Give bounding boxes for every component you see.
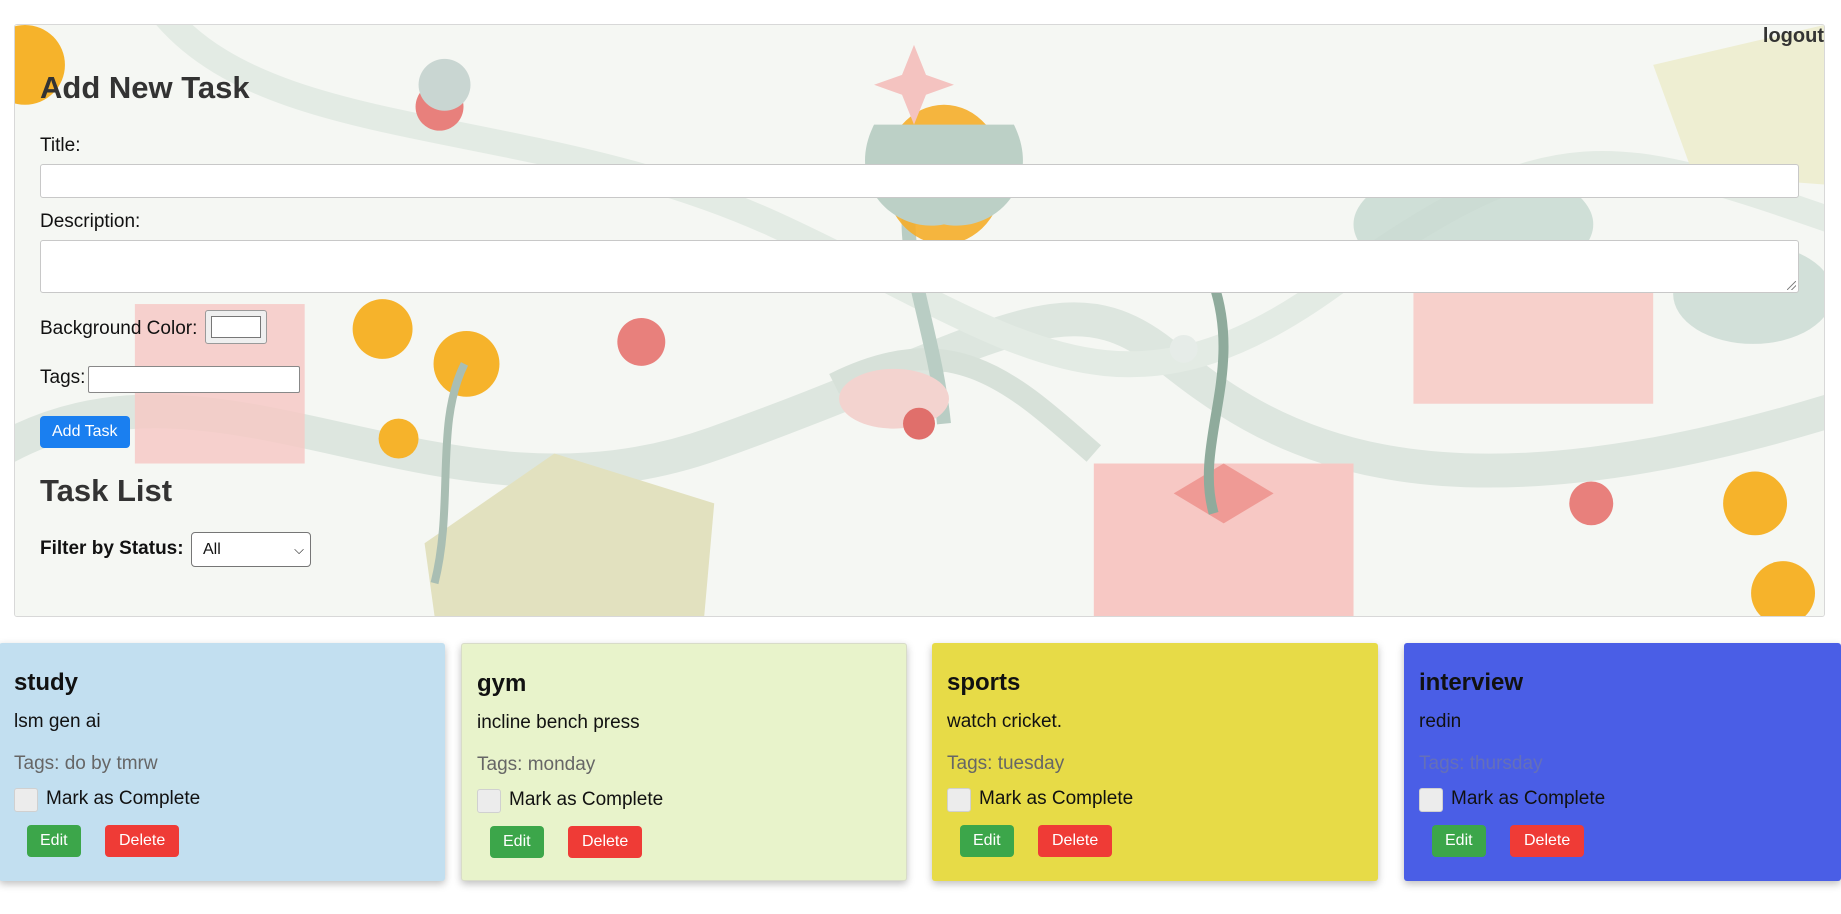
status-filter-value: All (203, 541, 221, 558)
task-card-sports: sports watch cricket. Tags: tuesday Mark… (932, 643, 1378, 881)
complete-label: Mark as Complete (1451, 788, 1606, 809)
task-description: watch cricket. (947, 711, 1063, 732)
delete-button[interactable]: Delete (105, 825, 180, 857)
task-title: sports (947, 669, 1021, 696)
description-label: Description: (40, 211, 141, 232)
chevron-down-icon: ⌵ (294, 542, 304, 557)
description-textarea[interactable] (40, 240, 1799, 293)
background-color-label: Background Color: (40, 318, 198, 339)
form-heading: Add New Task (40, 70, 250, 105)
add-task-button[interactable]: Add Task (40, 416, 130, 448)
task-description: lsm gen ai (14, 711, 101, 732)
background-illustration (15, 25, 1824, 616)
complete-label: Mark as Complete (509, 789, 664, 810)
complete-checkbox[interactable] (947, 788, 971, 812)
task-card-interview: interview redin Tags: thursday Mark as C… (1404, 643, 1841, 881)
complete-checkbox[interactable] (14, 788, 38, 812)
delete-button[interactable]: Delete (1038, 825, 1113, 857)
title-label: Title: (40, 135, 81, 156)
status-filter-select[interactable]: All ⌵ (191, 532, 311, 567)
edit-button[interactable]: Edit (960, 825, 1014, 857)
delete-button[interactable]: Delete (568, 826, 643, 858)
delete-button[interactable]: Delete (1510, 825, 1585, 857)
task-tags: Tags: thursday (1419, 753, 1543, 774)
task-tags: Tags: do by tmrw (14, 753, 158, 774)
complete-label: Mark as Complete (979, 788, 1134, 809)
edit-button[interactable]: Edit (1432, 825, 1486, 857)
edit-button[interactable]: Edit (490, 826, 544, 858)
task-title: interview (1419, 669, 1524, 696)
task-description: redin (1419, 711, 1462, 732)
title-input[interactable] (40, 164, 1799, 198)
complete-label: Mark as Complete (46, 788, 201, 809)
task-card-gym: gym incline bench press Tags: monday Mar… (461, 643, 907, 881)
task-title: study (14, 669, 79, 696)
color-swatch (211, 316, 261, 338)
tags-label: Tags: (40, 367, 86, 388)
complete-checkbox[interactable] (477, 789, 501, 813)
task-tags: Tags: monday (477, 754, 596, 775)
task-list-heading: Task List (40, 473, 173, 508)
task-description: incline bench press (477, 712, 640, 733)
edit-button[interactable]: Edit (27, 825, 81, 857)
task-tags: Tags: tuesday (947, 753, 1065, 774)
background-color-picker[interactable] (205, 310, 267, 344)
task-form-panel: logout Add New Task Title: Description: … (14, 24, 1825, 617)
tags-input[interactable] (88, 366, 300, 393)
task-title: gym (477, 670, 527, 697)
logout-link[interactable]: logout (1763, 25, 1824, 48)
filter-label: Filter by Status: (40, 538, 184, 559)
complete-checkbox[interactable] (1419, 788, 1443, 812)
task-card-study: study lsm gen ai Tags: do by tmrw Mark a… (0, 643, 445, 881)
resize-grip-icon[interactable] (1787, 281, 1796, 290)
